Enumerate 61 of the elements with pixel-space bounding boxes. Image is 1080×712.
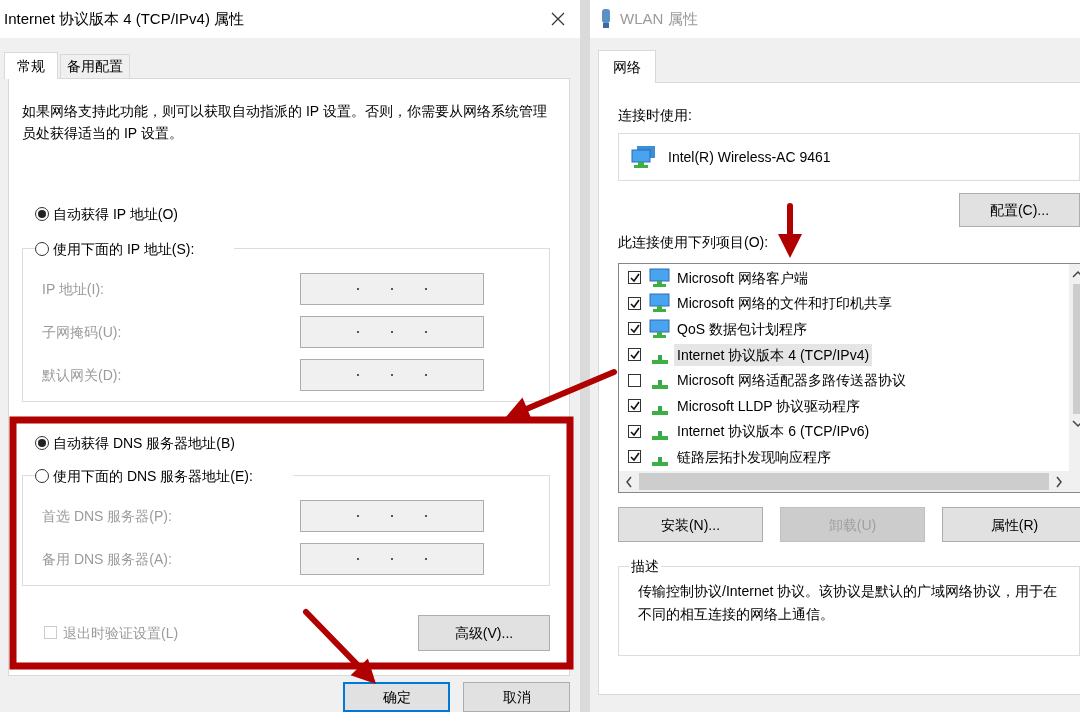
network-icon [652, 405, 668, 415]
option-label: 自动获得 IP 地址(O) [53, 204, 178, 224]
checkbox[interactable] [628, 296, 641, 310]
description-text: 传输控制协议/Internet 协议。该协议是默认的广域网络协议，用于在不同的相互连接的网络上通信。 [637, 582, 1059, 624]
window-title: Internet 协议版本 4 (TCP/IPv4) 属性 [4, 9, 245, 29]
network-icon [652, 354, 668, 364]
configure-button[interactable]: 配置(C)... [959, 193, 1080, 227]
field-label: 默认网关(D): [42, 365, 123, 385]
field-label: 首选 DNS 服务器(P): [42, 506, 173, 526]
section-label: 此连接使用下列项目(O): [618, 233, 770, 252]
network-icon [652, 380, 668, 390]
checkbox[interactable] [628, 424, 641, 438]
option-label: 自动获得 DNS 服务器地址(B) [53, 433, 235, 453]
list-item[interactable]: QoS 数据包计划程序 [674, 318, 810, 340]
network-adapter-icon [600, 9, 612, 29]
tab[interactable]: 常规 [4, 51, 58, 79]
checkbox[interactable] [628, 271, 641, 285]
action-button[interactable]: 属性(R) [942, 507, 1080, 542]
advanced-button[interactable]: 高级(V)... [418, 614, 550, 651]
checkbox[interactable] [628, 399, 641, 413]
checkbox[interactable] [628, 348, 641, 362]
list-item[interactable]: 链路层拓扑发现响应程序 [674, 445, 834, 468]
option-label: 使用下面的 IP 地址(S): [53, 239, 195, 259]
annotation-arrow [778, 203, 802, 258]
checkbox[interactable] [628, 373, 641, 387]
option-label: 使用下面的 DNS 服务器地址(E): [53, 466, 253, 486]
network-icon [652, 456, 668, 466]
group-title: 描述 [630, 557, 660, 576]
section-label: 连接时使用: [618, 106, 693, 125]
adapter-name: Intel(R) Wireless-AC 9461 [668, 148, 831, 167]
scrollbar-thumb[interactable] [639, 473, 1049, 490]
checkbox[interactable] [628, 450, 641, 464]
network-icon [652, 431, 668, 441]
list-item[interactable]: Microsoft 网络客户端 [674, 266, 811, 289]
window-title: WLAN 属性 [620, 9, 698, 29]
radio-button[interactable] [35, 435, 49, 450]
list-item[interactable]: Internet 协议版本 6 (TCP/IPv6) [674, 420, 873, 443]
network-adapter-icon [631, 146, 657, 168]
monitor-icon [649, 319, 671, 339]
dialog-button[interactable]: 确定 [343, 682, 450, 712]
radio-button[interactable] [35, 468, 49, 483]
close-icon[interactable] [550, 11, 566, 27]
list-item[interactable]: Microsoft LLDP 协议驱动程序 [674, 394, 864, 417]
checkbox[interactable] [628, 322, 641, 336]
scrollbar-thumb[interactable] [1072, 284, 1080, 414]
field-label: 子网掩码(U): [42, 322, 123, 342]
intro-text: 如果网络支持此功能，则可以获取自动指派的 IP 设置。否则，你需要从网络系统管理员处获得适当的 IP 设置。 [22, 101, 548, 143]
dialog-button[interactable]: 取消 [463, 682, 570, 712]
list-item[interactable]: Microsoft 网络的文件和打印机共享 [674, 292, 895, 315]
action-button[interactable]: 安装(N)... [618, 507, 763, 542]
tab[interactable]: 备用配置 [60, 53, 130, 78]
list-item[interactable]: Internet 协议版本 4 (TCP/IPv4) [674, 343, 873, 366]
radio-button[interactable] [35, 206, 49, 221]
list-item[interactable]: Microsoft 网络适配器多路传送器协议 [674, 369, 909, 392]
radio-button[interactable] [35, 241, 49, 256]
monitor-icon [649, 267, 671, 288]
field-label: 备用 DNS 服务器(A): [42, 549, 173, 569]
field-label: IP 地址(I): [42, 279, 105, 299]
monitor-icon [649, 293, 671, 314]
checkbox-label: 退出时验证设置(L) [63, 623, 179, 643]
tab[interactable]: 网络 [598, 50, 656, 83]
